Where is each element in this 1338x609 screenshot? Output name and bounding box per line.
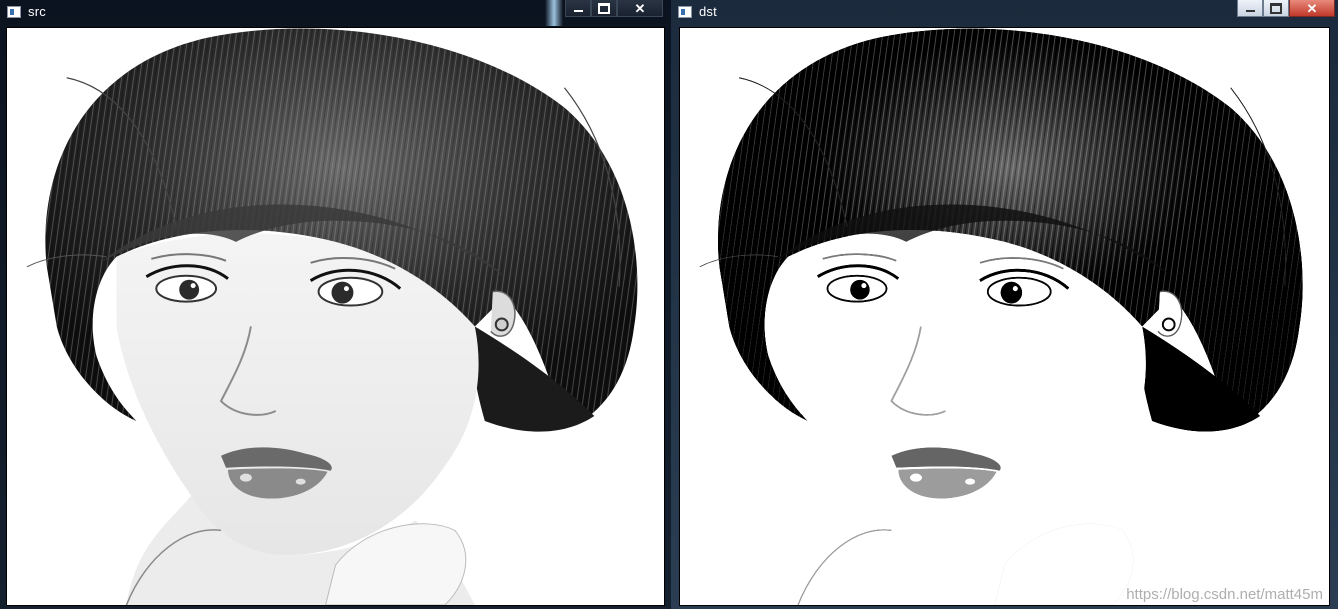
close-button[interactable]: ✕ xyxy=(1289,0,1335,17)
image-canvas: https://blog.csdn.net/matt45m xyxy=(679,27,1330,606)
close-icon: ✕ xyxy=(1306,0,1318,16)
maximize-button[interactable] xyxy=(1263,0,1289,17)
maximize-icon xyxy=(1270,2,1282,14)
taskbar-glint xyxy=(545,0,563,26)
window-title: src xyxy=(28,4,46,19)
minimize-button[interactable] xyxy=(1237,0,1263,17)
window-controls: ✕ xyxy=(565,0,663,18)
app-icon xyxy=(7,6,21,18)
close-icon: ✕ xyxy=(634,0,646,16)
close-button[interactable]: ✕ xyxy=(617,0,663,17)
minimize-button[interactable] xyxy=(565,0,591,17)
src-window: src ✕ xyxy=(0,0,671,609)
title-bar[interactable]: dst ✕ xyxy=(671,0,1338,26)
minimize-icon xyxy=(573,10,583,12)
app-icon xyxy=(678,6,692,18)
dst-window: dst ✕ https://blog.csdn.net/matt45m xyxy=(671,0,1338,609)
maximize-icon xyxy=(598,2,610,14)
sketch-image xyxy=(680,28,1329,605)
title-bar[interactable]: src ✕ xyxy=(0,0,671,26)
portrait-image xyxy=(7,28,664,605)
window-title: dst xyxy=(699,4,717,19)
minimize-icon xyxy=(1245,10,1255,12)
maximize-button[interactable] xyxy=(591,0,617,17)
window-controls: ✕ xyxy=(1237,0,1335,18)
watermark-text: https://blog.csdn.net/matt45m xyxy=(1126,586,1323,603)
image-canvas xyxy=(6,27,665,606)
